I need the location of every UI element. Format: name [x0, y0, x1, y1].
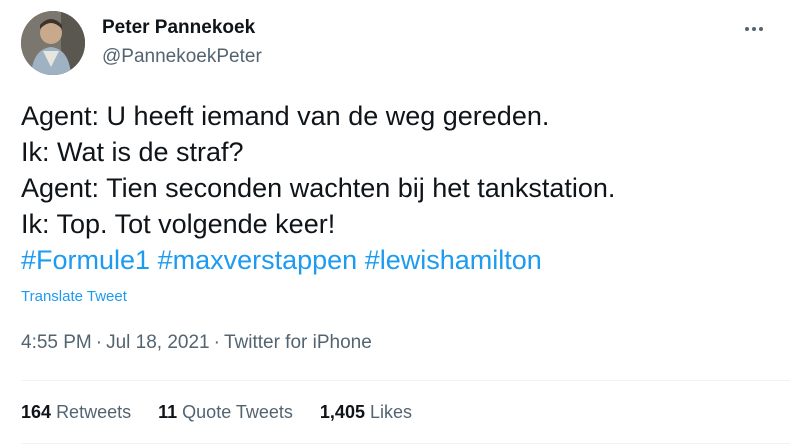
hashtag-link[interactable]: #lewishamilton [365, 245, 542, 275]
retweets-label: Retweets [56, 402, 132, 422]
tweet-meta: 4:55 PM · Jul 18, 2021 · Twitter for iPhone [21, 332, 372, 354]
quote-tweets-stat[interactable]: 11 Quote Tweets [158, 402, 293, 423]
tweet-date[interactable]: Jul 18, 2021 [106, 332, 210, 353]
hashtag-link[interactable]: #Formule1 [21, 245, 150, 275]
likes-label: Likes [369, 402, 413, 422]
hashtag-link[interactable]: #maxverstappen [158, 245, 358, 275]
likes-stat[interactable]: 1,405 Likes [320, 402, 412, 423]
more-icon[interactable] [736, 14, 772, 44]
tweet-line: Agent: U heeft iemand van de weg gereden… [21, 101, 550, 131]
separator-dot: · [213, 332, 220, 353]
tweet-line: Ik: Top. Tot volgende keer! [21, 209, 336, 239]
translate-tweet-link[interactable]: Translate Tweet [21, 288, 127, 305]
divider [21, 443, 790, 444]
tweet-card: Peter Pannekoek @PannekoekPeter Agent: U… [0, 0, 790, 447]
likes-count: 1,405 [319, 402, 365, 422]
quote-tweets-label: Quote Tweets [182, 402, 293, 422]
tweet-time[interactable]: 4:55 PM [21, 332, 92, 353]
separator-dot: · [95, 332, 103, 353]
quote-tweets-count: 11 [158, 402, 178, 422]
tweet-stats: 164 Retweets 11 Quote Tweets 1,405 Likes [21, 402, 434, 423]
tweet-line: Ik: Wat is de straf? [21, 137, 244, 167]
retweets-count: 164 [21, 402, 52, 422]
tweet-source[interactable]: Twitter for iPhone [224, 332, 372, 353]
avatar[interactable] [21, 11, 85, 75]
retweets-stat[interactable]: 164 Retweets [21, 402, 131, 423]
hashtag-list: #Formule1 #maxverstappen #lewishamilton [21, 242, 771, 278]
divider [21, 380, 790, 381]
tweet-line: Agent: Tien seconden wachten bij het tan… [21, 173, 616, 203]
author-handle[interactable]: @PannekoekPeter [102, 46, 262, 68]
tweet-text: Agent: U heeft iemand van de weg gereden… [21, 98, 771, 278]
author-name[interactable]: Peter Pannekoek [102, 17, 255, 39]
